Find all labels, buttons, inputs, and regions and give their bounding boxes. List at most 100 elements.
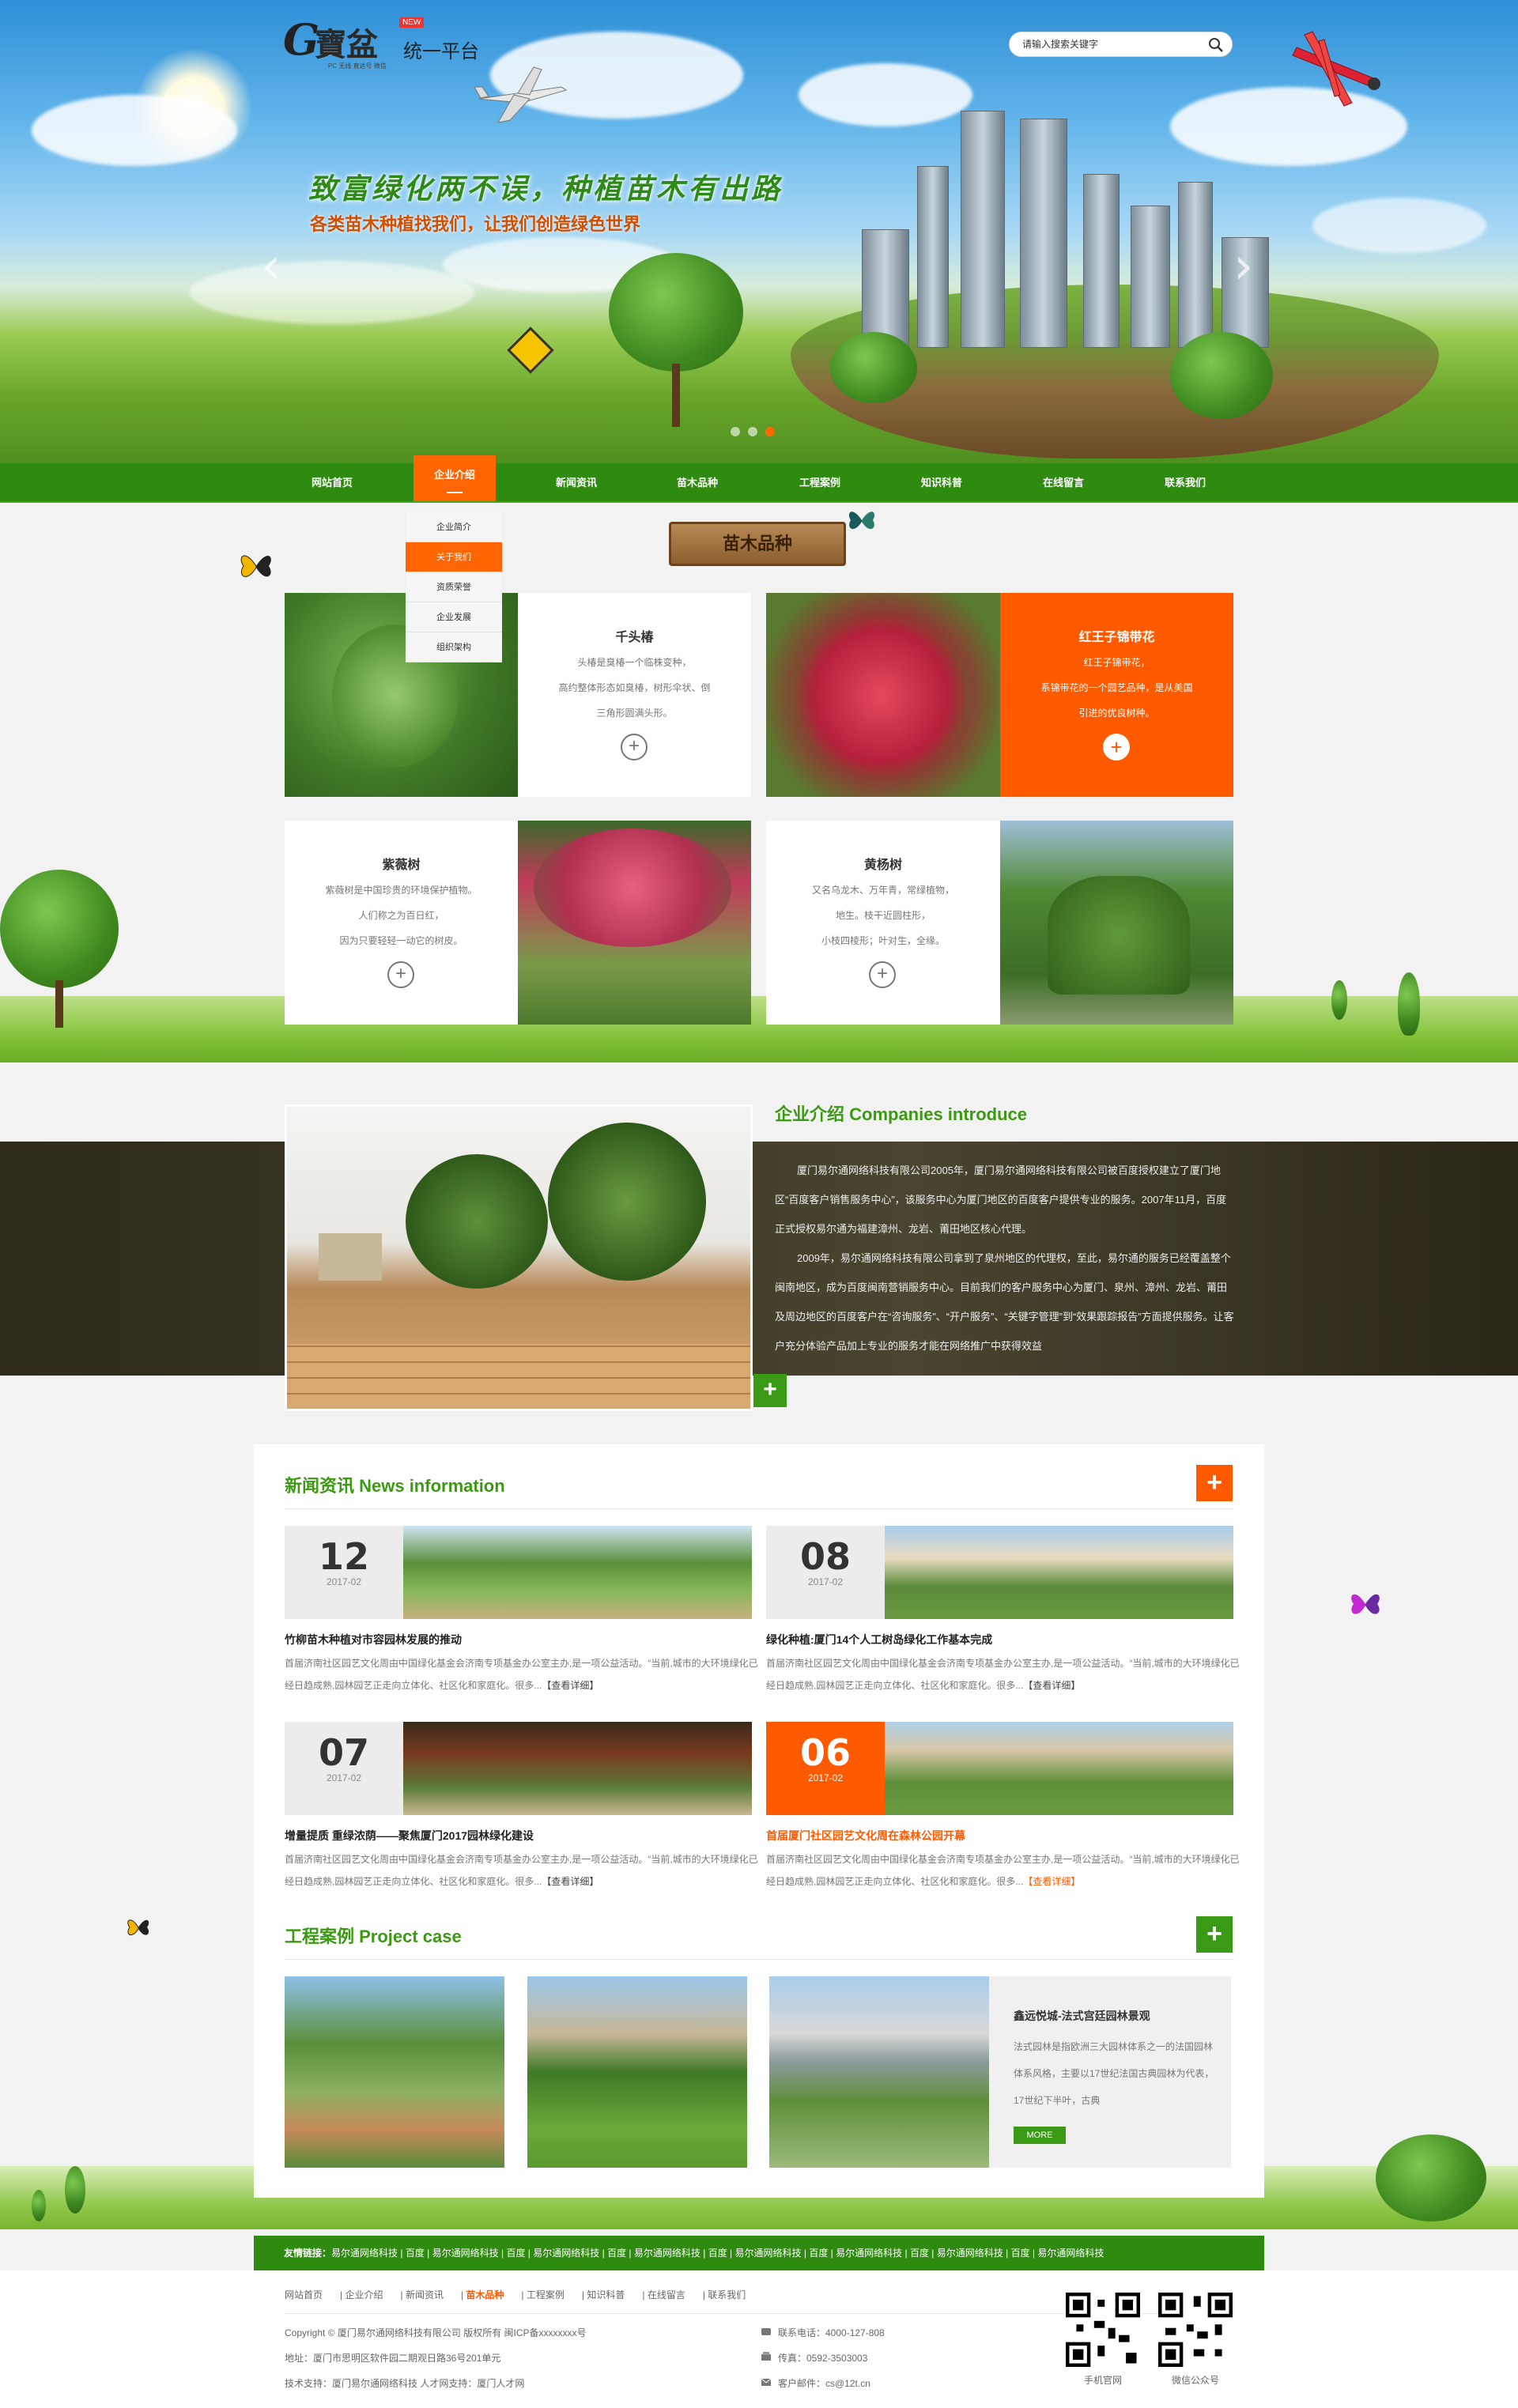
news-date: 12 2017-02	[285, 1526, 403, 1619]
news-more-plus-icon[interactable]: +	[1196, 1465, 1233, 1501]
tree-trunk	[672, 364, 680, 427]
case-desc: 法式园林是指欧洲三大园林体系之一的法国园林体系风格，主要以17世纪法国古典园林为…	[1014, 2041, 1214, 2106]
nav-item-cases[interactable]: 工程案例	[779, 463, 861, 503]
building	[961, 111, 1005, 348]
news-headline[interactable]: 竹柳苗木种植对市容园林发展的推动	[285, 1632, 462, 1647]
cases-more-plus-icon[interactable]: +	[1196, 1916, 1233, 1953]
friend-link[interactable]: 易尔通网络科技	[937, 2248, 1003, 2259]
case-photo[interactable]	[527, 1976, 747, 2168]
building	[1020, 119, 1067, 348]
footer-nav-item[interactable]: 网站首页	[285, 2289, 323, 2300]
case-photo[interactable]	[769, 1976, 989, 2168]
friend-link[interactable]: 百度	[506, 2248, 525, 2259]
news-more-link[interactable]: 【查看详细】	[542, 1680, 599, 1691]
road-sign-icon	[507, 326, 554, 374]
butterfly-icon	[1351, 1594, 1380, 1614]
links-separator: |	[424, 2248, 432, 2259]
friend-link[interactable]: 百度	[406, 2248, 425, 2259]
nav-item-knowledge[interactable]: 知识科普	[901, 463, 983, 503]
nav-item-message[interactable]: 在线留言	[1022, 463, 1105, 503]
friend-link[interactable]: 百度	[809, 2248, 828, 2259]
species-card[interactable]: 黄杨树 又名乌龙木、万年青，常绿植物， 地生。枝干近圆柱形， 小枝四棱形；叶对生…	[766, 821, 1000, 1025]
footer-nav-item[interactable]: 在线留言	[648, 2289, 685, 2300]
news-headline[interactable]: 首届厦门社区园艺文化周在森林公园开幕	[766, 1828, 965, 1844]
search-input[interactable]	[1021, 38, 1203, 51]
footer-nav-item[interactable]: 新闻资讯	[406, 2289, 444, 2300]
nav-item-contact[interactable]: 联系我们	[1144, 463, 1226, 503]
news-more-link[interactable]: 【查看详细】	[542, 1876, 599, 1887]
dropdown-item[interactable]: 企业简介	[406, 512, 502, 542]
tree	[1376, 2134, 1486, 2221]
friend-link[interactable]: 易尔通网络科技	[634, 2248, 700, 2259]
search-icon[interactable]	[1208, 37, 1224, 53]
friend-link[interactable]: 易尔通网络科技	[1037, 2248, 1104, 2259]
friend-link[interactable]: 百度	[910, 2248, 929, 2259]
news-body: 首届济南社区园艺文化周由中国绿化基金会济南专项基金办公室主办,是一项公益活动。“…	[285, 1848, 759, 1893]
friend-link[interactable]: 易尔通网络科技	[836, 2248, 902, 2259]
news-photo[interactable]	[885, 1526, 1233, 1619]
plus-icon[interactable]: +	[387, 961, 414, 988]
footer-nav-item[interactable]: 工程案例	[527, 2289, 565, 2300]
friend-links-bar: 友情链接：易尔通网络科技 | 百度 | 易尔通网络科技 | 百度 | 易尔通网络…	[254, 2236, 1264, 2270]
plus-icon[interactable]: +	[1103, 734, 1130, 761]
friend-link[interactable]: 百度	[708, 2248, 727, 2259]
dropdown-item-active[interactable]: 关于我们	[406, 542, 502, 572]
slider-next-arrow[interactable]: ›	[1233, 237, 1254, 296]
news-headline[interactable]: 增量提质 重绿浓荫——聚焦厦门2017园林绿化建设	[285, 1828, 534, 1844]
footer-nav-item[interactable]: 联系我们	[708, 2289, 746, 2300]
species-desc-line: 地生。枝干近圆柱形，	[835, 910, 931, 921]
case-title[interactable]: 鑫远悦城-法式宫廷园林景观	[1014, 2008, 1150, 2024]
news-excerpt: 首届济南社区园艺文化周由中国绿化基金会济南专项基金办公室主办,是一项公益活动。“…	[766, 1854, 1240, 1887]
dropdown-item[interactable]: 企业发展	[406, 602, 502, 632]
news-photo[interactable]	[403, 1722, 752, 1815]
news-photo[interactable]	[403, 1526, 752, 1619]
case-photo[interactable]	[285, 1976, 504, 2168]
news-year-month: 2017-02	[807, 1772, 844, 1783]
links-separator: |	[525, 2248, 534, 2259]
footer-support: 技术支持：厦门易尔通网络科技 人才网支持：厦门人才网	[285, 2378, 525, 2389]
news-headline[interactable]: 绿化种植:厦门14个人工树岛绿化工作基本完成	[766, 1632, 992, 1647]
footer-nav-item[interactable]: 企业介绍	[345, 2289, 383, 2300]
species-photo-boxwood[interactable]	[1000, 821, 1233, 1025]
building	[1083, 174, 1120, 348]
slider-dot-active[interactable]	[765, 427, 775, 436]
species-photo-crape-myrtle[interactable]	[518, 821, 751, 1025]
species-card[interactable]: 红王子锦带花 红王子锦带花， 系锦带花的一个园艺品种，是从美国 引进的优良树种。…	[1000, 593, 1233, 797]
slider-prev-arrow[interactable]: ‹	[261, 237, 281, 296]
links-label: 友情链接：	[284, 2248, 332, 2259]
friend-link[interactable]: 易尔通网络科技	[432, 2248, 499, 2259]
case-more-button[interactable]: MORE	[1014, 2127, 1066, 2144]
grass-strip	[0, 996, 1518, 1062]
friend-link[interactable]: 易尔通网络科技	[331, 2248, 398, 2259]
slider-dot[interactable]	[731, 427, 740, 436]
cloud	[1312, 198, 1486, 253]
footer-nav-item[interactable]: 知识科普	[587, 2289, 625, 2300]
nav-item-species[interactable]: 苗木品种	[656, 463, 738, 503]
news-more-link[interactable]: 【查看详细】	[1023, 1876, 1080, 1887]
intro-more-plus-icon[interactable]: +	[753, 1374, 787, 1407]
news-photo[interactable]	[885, 1722, 1233, 1815]
nav-item-company[interactable]: 企业介绍	[413, 455, 496, 501]
nav-item-news[interactable]: 新闻资讯	[535, 463, 617, 503]
friend-link[interactable]: 百度	[607, 2248, 626, 2259]
slider-dot[interactable]	[748, 427, 757, 436]
news-excerpt: 首届济南社区园艺文化周由中国绿化基金会济南专项基金办公室主办,是一项公益活动。“…	[285, 1658, 758, 1691]
logo-platform-text: 统一平台	[403, 41, 479, 62]
species-card[interactable]: 千头椿 头椿是臭椿一个临株变种， 高约整体形态如臭椿，树形伞状、倒 三角形圆满头…	[518, 593, 751, 797]
friend-link[interactable]: 百度	[1011, 2248, 1030, 2259]
logo-name[interactable]: 寶盆	[315, 19, 378, 65]
hero-banner: G 寶盆 NEW 统一平台 PC 无线 直达号 微信 致富绿化两不误，种植苗木有…	[0, 0, 1518, 463]
nav-item-home[interactable]: 网站首页	[291, 463, 373, 503]
species-card[interactable]: 紫薇树 紫薇树是中国珍贵的环境保护植物。 人们称之为百日红， 因为只要轻轻一动它…	[285, 821, 518, 1025]
dropdown-item[interactable]: 资质荣誉	[406, 572, 502, 602]
species-title: 黄杨树	[863, 859, 902, 872]
friend-link[interactable]: 易尔通网络科技	[533, 2248, 599, 2259]
plus-icon[interactable]: +	[869, 961, 896, 988]
footer-nav-item-selected[interactable]: 苗木品种	[466, 2289, 504, 2300]
plus-icon[interactable]: +	[621, 734, 648, 761]
footer-email: 客户邮件：cs@12t.cn	[778, 2378, 870, 2389]
dropdown-item[interactable]: 组织架构	[406, 632, 502, 662]
friend-link[interactable]: 易尔通网络科技	[735, 2248, 802, 2259]
news-more-link[interactable]: 【查看详细】	[1023, 1680, 1080, 1691]
species-photo-weigela[interactable]	[766, 593, 1000, 797]
